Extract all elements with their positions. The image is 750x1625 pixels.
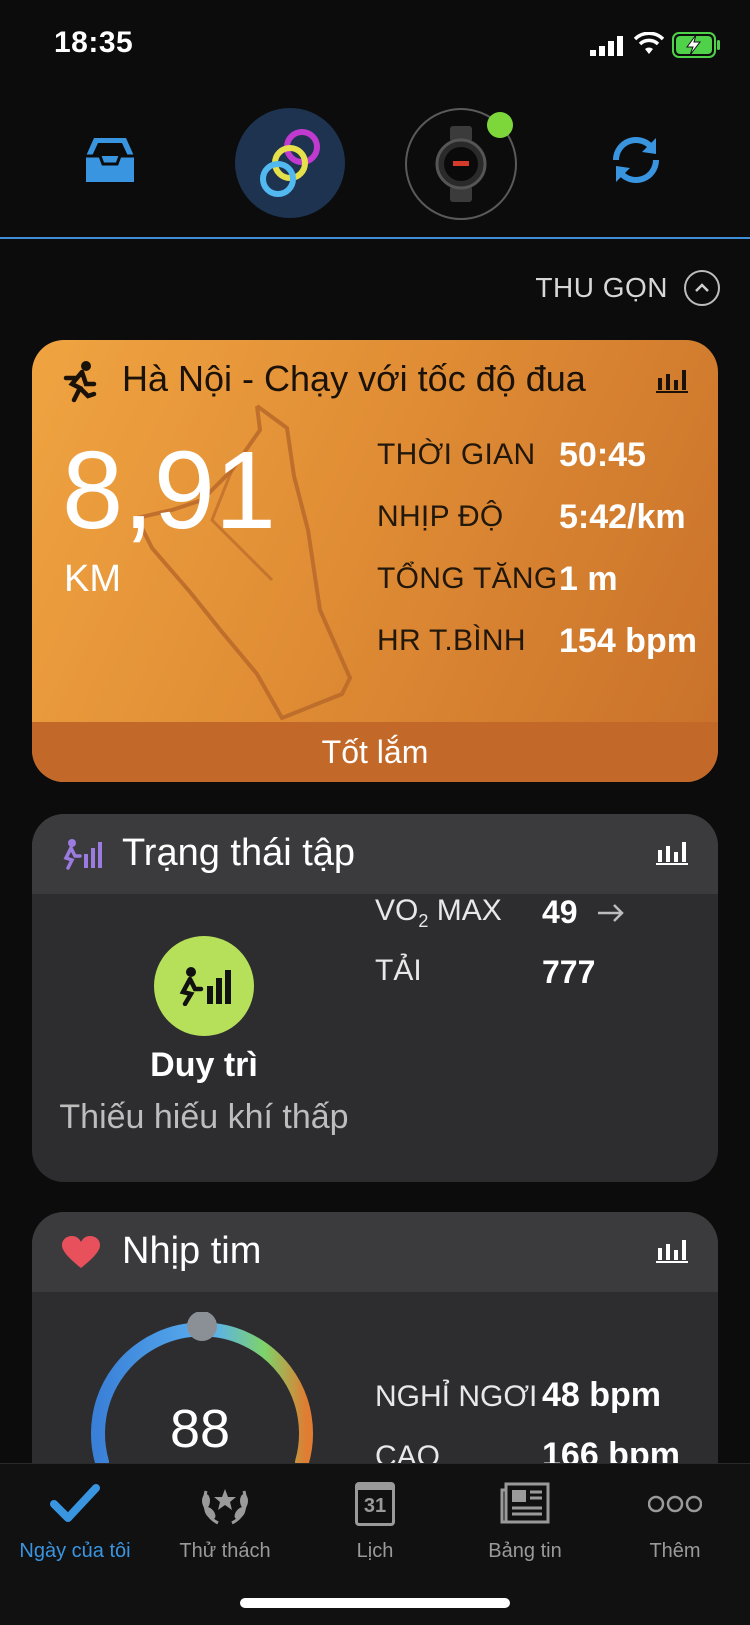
training-status-title: Trạng thái tập [122,832,356,874]
running-icon [60,360,100,409]
training-status-icon [179,967,231,1006]
header-divider [0,237,750,239]
inbox-icon[interactable] [80,130,140,190]
wifi-icon [633,31,665,61]
distance-value: 8,91 [62,429,277,552]
status-badge [154,936,254,1036]
linked-rings-icon [260,129,320,197]
tab-label: Ngày của tôi [19,1540,131,1562]
vo2max-label: VO2 MAX [375,894,502,931]
stat-value-time: 50:45 [559,436,646,474]
training-status-card[interactable]: Trạng thái tập Duy trì Thiếu hiếu khí th… [32,814,718,1182]
current-heart-rate: 88 [169,1399,231,1459]
connect-iq-button[interactable] [235,108,345,218]
calendar-icon: 31 [300,1478,450,1530]
tab-label: Bảng tin [488,1540,562,1562]
chart-bars-icon[interactable] [656,840,688,871]
resting-hr-label: NGHỈ NGƠI [375,1380,538,1413]
stat-label-elevation: TỔNG TĂNG [377,562,558,595]
chart-bars-icon[interactable] [656,368,688,399]
activity-card[interactable]: Hà Nội - Chạy với tốc độ đua 8,91 KM THỜ… [32,340,718,782]
collapse-label: THU GỌN [535,272,668,303]
check-icon [0,1478,150,1530]
sync-icon[interactable] [606,130,666,190]
activity-title: Hà Nội - Chạy với tốc độ đua [122,358,586,399]
collapse-button[interactable]: THU GỌN [535,270,720,306]
stat-label-pace: NHỊP ĐỘ [377,500,504,533]
heart-rate-title: Nhịp tim [122,1230,262,1272]
more-icon [600,1478,750,1530]
activity-feedback: Tốt lắm [32,722,718,782]
training-status-sublabel: Thiếu hiếu khí thấp [59,1098,349,1136]
laurel-icon [150,1478,300,1530]
stat-value-elevation: 1 m [559,560,618,598]
connected-status-dot [487,112,513,138]
training-status-label: Duy trì [150,1046,258,1084]
stat-value-pace: 5:42/km [559,498,686,536]
watch-icon [435,126,487,202]
load-value: 777 [542,954,596,990]
chevron-up-icon [684,270,720,306]
stat-label-time: THỜI GIAN [377,438,536,471]
training-status-icon [62,838,102,875]
status-time: 18:35 [54,26,134,59]
calendar-day: 31 [363,1495,387,1517]
resting-hr-value: 48 bpm [542,1376,662,1414]
heart-rate-header: Nhịp tim [32,1212,718,1292]
stat-label-avg-hr: HR T.BÌNH [377,624,526,657]
home-indicator[interactable] [240,1598,510,1608]
vo2max-value: 49 [542,894,626,931]
distance-unit: KM [64,558,121,600]
tab-label: Thử thách [179,1540,271,1562]
tab-label: Thêm [649,1540,701,1562]
battery-charging-icon [672,32,722,63]
tab-label: Lịch [356,1540,394,1562]
newsfeed-icon [450,1478,600,1530]
chart-bars-icon[interactable] [656,1238,688,1269]
training-status-header: Trạng thái tập [32,814,718,894]
heart-icon [62,1236,100,1275]
signal-icon [590,36,624,61]
arrow-right-icon [588,894,627,930]
load-label: TẢI [375,954,422,987]
heart-rate-card[interactable]: Nhịp tim 88 NGHỈ NGƠI 48 bpm CAO 166 bpm [32,1212,718,1472]
stat-value-avg-hr: 154 bpm [559,622,697,660]
